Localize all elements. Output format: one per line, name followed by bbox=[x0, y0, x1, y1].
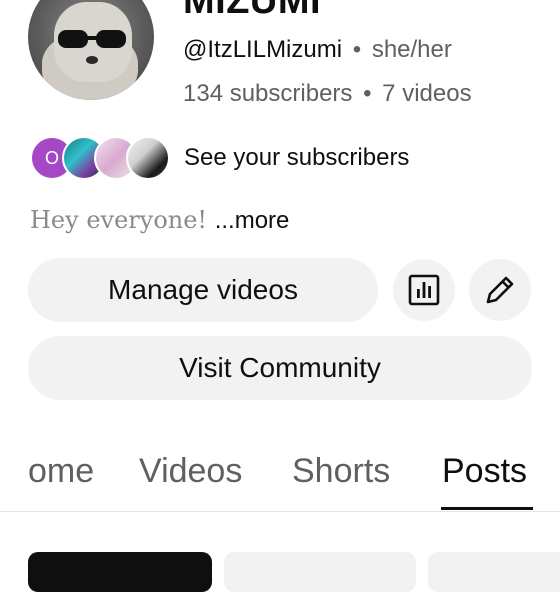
see-subscribers-link[interactable]: See your subscribers bbox=[184, 144, 409, 172]
separator-dot: • bbox=[352, 36, 362, 63]
channel-handle: @ItzLILMizumi bbox=[183, 36, 343, 63]
tab-home[interactable]: ome bbox=[28, 452, 94, 491]
subscriber-avatar bbox=[126, 136, 170, 180]
subscriber-avatars[interactable]: O bbox=[30, 136, 180, 180]
tab-posts[interactable]: Posts bbox=[442, 452, 527, 491]
filter-chip[interactable] bbox=[224, 552, 416, 592]
tabs-divider bbox=[0, 511, 560, 512]
channel-description[interactable]: Hey everyone! ...more bbox=[30, 206, 289, 235]
filter-chip[interactable] bbox=[428, 552, 560, 592]
channel-stats: 134 subscribers • 7 videos bbox=[183, 80, 472, 108]
dog-nose bbox=[86, 56, 98, 64]
visit-community-button[interactable]: Visit Community bbox=[28, 336, 532, 400]
video-count: 7 videos bbox=[382, 80, 472, 107]
tab-shorts[interactable]: Shorts bbox=[292, 452, 390, 491]
tab-videos[interactable]: Videos bbox=[139, 452, 242, 491]
tab-selected-indicator bbox=[441, 507, 533, 510]
sunglasses bbox=[58, 30, 128, 48]
channel-avatar[interactable] bbox=[28, 0, 154, 100]
channel-pronouns: she/her bbox=[371, 36, 452, 63]
filter-chip[interactable] bbox=[28, 552, 212, 592]
more-link[interactable]: ...more bbox=[215, 207, 290, 234]
pencil-icon bbox=[486, 276, 514, 304]
separator-dot: • bbox=[363, 80, 372, 107]
description-text: Hey everyone! bbox=[30, 206, 215, 234]
channel-name: MIZUMI bbox=[183, 0, 322, 22]
channel-handle-row: @ItzLILMizumi • she/her bbox=[183, 36, 452, 64]
analytics-icon bbox=[408, 274, 440, 306]
manage-videos-button[interactable]: Manage videos bbox=[28, 258, 378, 322]
subscriber-count: 134 subscribers bbox=[183, 80, 353, 107]
analytics-button[interactable] bbox=[393, 259, 455, 321]
edit-channel-button[interactable] bbox=[469, 259, 531, 321]
